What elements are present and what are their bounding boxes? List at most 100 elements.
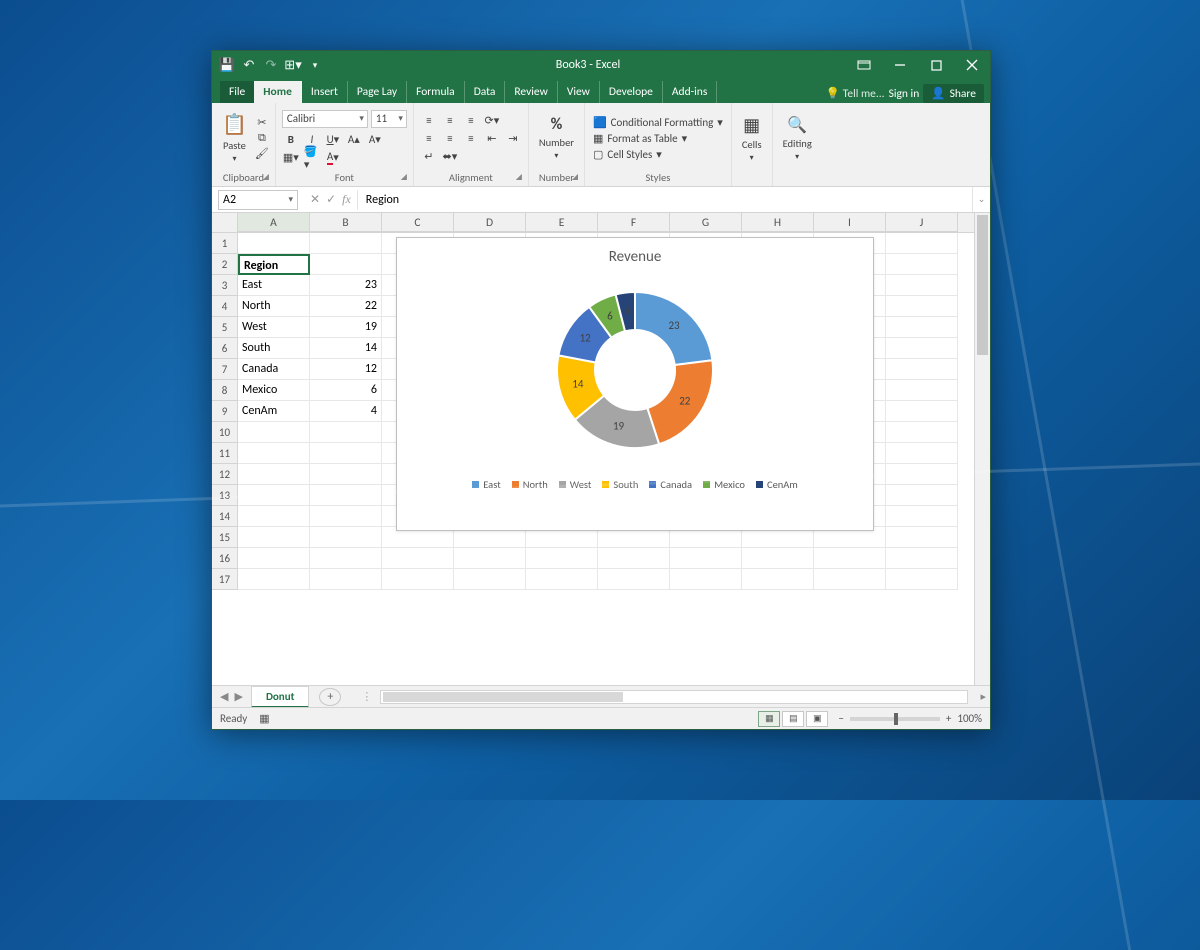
clipboard-launcher-icon[interactable]: ◢ xyxy=(263,172,269,182)
col-header[interactable]: J xyxy=(886,213,958,232)
row-header[interactable]: 12 xyxy=(212,464,237,485)
cell[interactable] xyxy=(454,548,526,569)
cell[interactable] xyxy=(742,569,814,590)
format-as-table-button[interactable]: ▦Format as Table ▾ xyxy=(591,131,725,146)
fill-color-button[interactable]: 🪣▾ xyxy=(303,149,321,167)
number-launcher-icon[interactable]: ◢ xyxy=(572,172,578,182)
tell-me[interactable]: 💡 Tell me... xyxy=(826,86,885,101)
align-middle-icon[interactable]: ≡ xyxy=(441,111,459,129)
row-headers[interactable]: 1234567891011121314151617 xyxy=(212,233,238,590)
cell[interactable] xyxy=(382,569,454,590)
qat-customize-icon[interactable]: ▾ xyxy=(308,58,322,72)
fx-icon[interactable]: fx xyxy=(342,192,351,207)
cell[interactable] xyxy=(238,548,310,569)
cell[interactable] xyxy=(238,506,310,527)
row-header[interactable]: 14 xyxy=(212,506,237,527)
cell[interactable] xyxy=(310,464,382,485)
cell[interactable] xyxy=(310,485,382,506)
align-right-icon[interactable]: ≡ xyxy=(462,129,480,147)
col-header[interactable]: I xyxy=(814,213,886,232)
ribbon-options-icon[interactable] xyxy=(846,51,882,79)
indent-inc-icon[interactable]: ⇥ xyxy=(504,129,522,147)
sign-in[interactable]: Sign in xyxy=(889,87,920,101)
align-launcher-icon[interactable]: ◢ xyxy=(516,172,522,182)
cell[interactable] xyxy=(670,548,742,569)
zoom-level[interactable]: 100% xyxy=(957,712,982,725)
align-bottom-icon[interactable]: ≡ xyxy=(462,111,480,129)
cancel-entry-icon[interactable]: ✕ xyxy=(310,192,320,207)
cell[interactable]: Mexico xyxy=(238,380,310,401)
tab-data[interactable]: Data xyxy=(465,81,506,103)
cell[interactable]: East xyxy=(238,275,310,296)
cell[interactable] xyxy=(310,569,382,590)
cell[interactable] xyxy=(886,380,958,401)
column-headers[interactable]: ABCDEFGHIJ xyxy=(238,213,974,233)
cell[interactable] xyxy=(886,569,958,590)
font-size-select[interactable]: 11 xyxy=(371,110,407,128)
col-header[interactable]: G xyxy=(670,213,742,232)
cell[interactable]: 4 xyxy=(310,401,382,422)
row-header[interactable]: 11 xyxy=(212,443,237,464)
zoom-control[interactable]: − + 100% xyxy=(838,712,982,725)
undo-icon[interactable]: ↶ xyxy=(242,58,256,72)
row-header[interactable]: 16 xyxy=(212,548,237,569)
cell[interactable] xyxy=(382,548,454,569)
align-top-icon[interactable]: ≡ xyxy=(420,111,438,129)
align-left-icon[interactable]: ≡ xyxy=(420,129,438,147)
row-header[interactable]: 8 xyxy=(212,380,237,401)
orientation-icon[interactable]: ⟳▾ xyxy=(483,111,501,129)
tab-review[interactable]: Review xyxy=(505,81,557,103)
cell[interactable] xyxy=(886,317,958,338)
maximize-button[interactable] xyxy=(918,51,954,79)
shrink-font-button[interactable]: A▾ xyxy=(366,131,384,149)
row-header[interactable]: 10 xyxy=(212,422,237,443)
row-header[interactable]: 1 xyxy=(212,233,237,254)
worksheet-grid[interactable]: 1234567891011121314151617 ABCDEFGHIJ Reg… xyxy=(212,213,990,685)
col-header[interactable]: D xyxy=(454,213,526,232)
cell[interactable] xyxy=(454,569,526,590)
cell[interactable] xyxy=(238,443,310,464)
font-family-select[interactable]: Calibri xyxy=(282,110,368,128)
underline-button[interactable]: U▾ xyxy=(324,131,342,149)
cell[interactable]: Region xyxy=(238,254,310,275)
font-launcher-icon[interactable]: ◢ xyxy=(401,172,407,182)
cell[interactable]: 19 xyxy=(310,317,382,338)
number-format-button[interactable]: % Number▾ xyxy=(535,115,578,161)
row-header[interactable]: 7 xyxy=(212,359,237,380)
format-painter-icon[interactable]: 🖌 xyxy=(255,147,269,160)
cell[interactable] xyxy=(886,338,958,359)
cell[interactable]: 12 xyxy=(310,359,382,380)
merge-center-icon[interactable]: ⬌▾ xyxy=(441,147,459,165)
cell[interactable] xyxy=(310,506,382,527)
row-header[interactable]: 2 xyxy=(212,254,237,275)
cell[interactable] xyxy=(886,422,958,443)
tab-home[interactable]: Home xyxy=(254,81,302,103)
row-header[interactable]: 4 xyxy=(212,296,237,317)
col-header[interactable]: C xyxy=(382,213,454,232)
share-button[interactable]: 👤Share xyxy=(923,84,984,103)
tab-developer[interactable]: Develope xyxy=(600,81,663,103)
conditional-formatting-button[interactable]: 🟦Conditional Formatting ▾ xyxy=(591,115,725,130)
cell[interactable]: 22 xyxy=(310,296,382,317)
cell[interactable] xyxy=(238,233,310,254)
cell[interactable] xyxy=(238,485,310,506)
cell[interactable]: Canada xyxy=(238,359,310,380)
tab-pagelayout[interactable]: Page Lay xyxy=(348,81,407,103)
sheet-nav-prev-icon[interactable]: ◀ xyxy=(220,690,228,703)
font-color-button[interactable]: A▾ xyxy=(324,149,342,167)
cell[interactable] xyxy=(238,464,310,485)
zoom-in-icon[interactable]: + xyxy=(946,712,951,725)
macro-record-icon[interactable]: ▦ xyxy=(259,712,269,725)
copy-icon[interactable]: ⧉ xyxy=(258,131,266,145)
tab-insert[interactable]: Insert xyxy=(302,81,348,103)
view-normal-button[interactable]: ▦ xyxy=(758,711,780,727)
cell[interactable] xyxy=(886,296,958,317)
row-header[interactable]: 6 xyxy=(212,338,237,359)
row-header[interactable]: 15 xyxy=(212,527,237,548)
new-sheet-button[interactable]: + xyxy=(319,688,341,706)
cell[interactable] xyxy=(814,569,886,590)
cell[interactable] xyxy=(886,275,958,296)
cell[interactable] xyxy=(886,527,958,548)
cell[interactable] xyxy=(310,254,382,275)
minimize-button[interactable] xyxy=(882,51,918,79)
